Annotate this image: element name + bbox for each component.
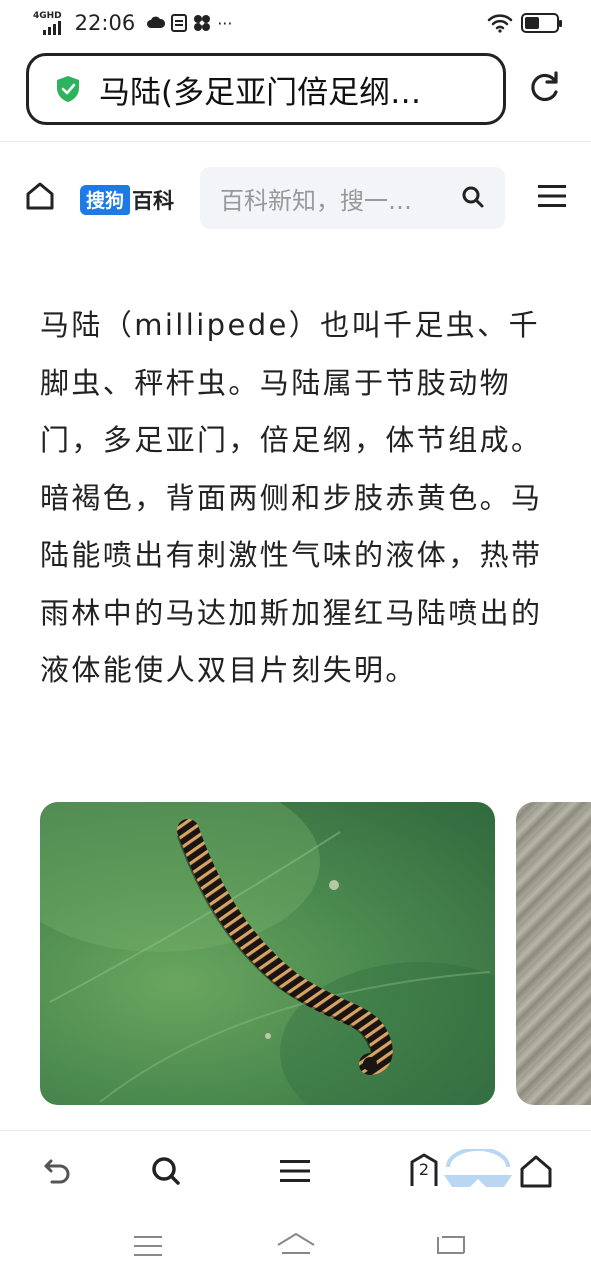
menu-icon-nav[interactable] bbox=[277, 1153, 313, 1189]
browser-toolbar: 马陆(多足亚门倍足纲… bbox=[0, 46, 591, 142]
sogou-baike-logo[interactable]: 搜狗 百科 bbox=[80, 185, 174, 215]
system-nav-bar bbox=[0, 1215, 591, 1280]
address-bar[interactable]: 马陆(多足亚门倍足纲… bbox=[26, 53, 506, 125]
status-left: 4GHD 22:06 ··· bbox=[32, 11, 232, 35]
search-icon[interactable] bbox=[461, 185, 485, 209]
search-placeholder: 百科新知，搜一… bbox=[220, 186, 412, 215]
sim-icon bbox=[171, 13, 188, 32]
back-icon[interactable] bbox=[38, 1153, 74, 1189]
battery-icon bbox=[521, 13, 562, 33]
logo-brand: 搜狗 bbox=[80, 185, 131, 215]
image-gallery[interactable] bbox=[40, 802, 591, 1105]
status-bar: 4GHD 22:06 ··· bbox=[0, 0, 591, 46]
site-header: 搜狗 百科 百科新知，搜一… bbox=[0, 160, 591, 240]
back-system-icon[interactable] bbox=[434, 1233, 466, 1259]
search-input[interactable]: 百科新知，搜一… bbox=[200, 167, 505, 229]
millipede-illustration bbox=[40, 802, 495, 1105]
menu-icon[interactable] bbox=[538, 184, 566, 208]
home-system-icon[interactable] bbox=[276, 1231, 316, 1259]
tab-count: 2 bbox=[418, 1160, 430, 1179]
secure-shield-icon bbox=[57, 76, 79, 102]
recents-icon[interactable] bbox=[134, 1235, 162, 1257]
home-icon[interactable] bbox=[24, 180, 56, 212]
wifi-icon bbox=[487, 14, 513, 33]
fan-icon bbox=[194, 14, 211, 31]
secondary-image[interactable] bbox=[516, 802, 591, 1105]
logo-product: 百科 bbox=[132, 189, 175, 213]
clock: 22:06 bbox=[74, 11, 136, 35]
more-status-icon: ··· bbox=[217, 13, 233, 33]
reload-icon[interactable] bbox=[524, 68, 564, 108]
page-title: 马陆(多足亚门倍足纲… bbox=[99, 74, 422, 111]
network-label: 4GHD bbox=[33, 11, 62, 21]
battery-level bbox=[525, 17, 539, 29]
millipede-image[interactable] bbox=[40, 802, 495, 1105]
cloud-icon bbox=[147, 16, 166, 28]
browser-bottom-nav: 2 bbox=[0, 1130, 591, 1215]
tabs-button[interactable]: 2 bbox=[409, 1152, 439, 1188]
search-icon-nav[interactable] bbox=[148, 1153, 184, 1189]
home-icon-nav[interactable] bbox=[518, 1153, 554, 1189]
article-summary: 马陆（millipede）也叫千足虫、千脚虫、秤杆虫。马陆属于节肢动物门，多足亚… bbox=[40, 308, 543, 687]
status-right bbox=[487, 13, 562, 33]
notification-icons: ··· bbox=[147, 13, 233, 33]
signal-icon bbox=[42, 21, 61, 35]
glasses-icon bbox=[444, 1149, 512, 1187]
